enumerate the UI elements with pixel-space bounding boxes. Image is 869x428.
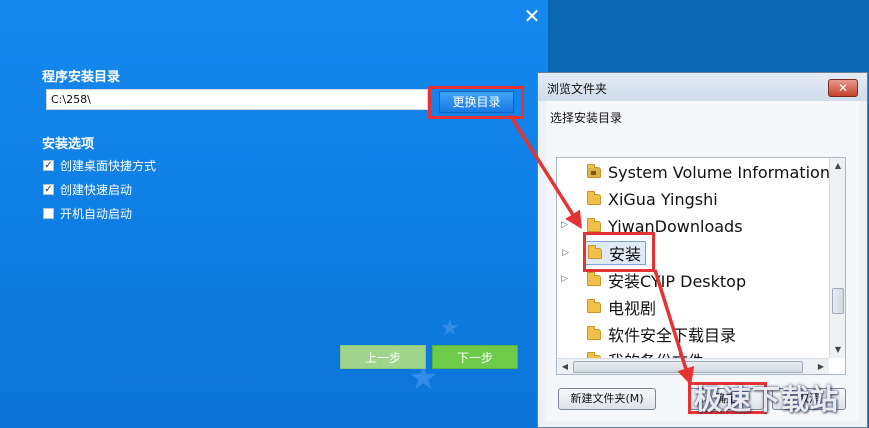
tree-item[interactable]: 软件安全下载目录 (587, 322, 736, 346)
option-auto-start[interactable]: 开机自动启动 (43, 205, 132, 221)
install-dir-input[interactable] (46, 89, 428, 110)
option-label: 开机自动启动 (60, 206, 133, 221)
option-quick-launch[interactable]: ✓ 创建快速启动 (43, 181, 132, 197)
folder-icon (587, 298, 601, 313)
next-step-button[interactable]: 下一步 (432, 345, 518, 369)
change-dir-highlight (428, 86, 524, 119)
tree-item-label: System Volume Information (608, 162, 830, 182)
option-label: 创建快速启动 (60, 182, 133, 197)
installer-window: ✕ ★ ★ 程序安装目录 更换目录 安装选项 ✓ 创建桌面快捷方式 ✓ 创建快速… (0, 0, 548, 428)
tree-item[interactable]: 电视剧 (587, 295, 656, 319)
tree-item[interactable]: System Volume Information (587, 160, 830, 184)
quick-launch-checkbox[interactable]: ✓ (43, 183, 54, 195)
tree-item-label: XiGua Yingshi (608, 189, 718, 209)
vertical-scrollbar[interactable]: ▲ ▼ (829, 158, 845, 358)
scroll-up-icon[interactable]: ▲ (830, 158, 845, 174)
horizontal-scrollbar[interactable]: ◀ ▶ (557, 358, 829, 374)
expand-arrow-icon[interactable]: ▷ (561, 220, 568, 230)
folder-icon (587, 271, 601, 286)
scroll-down-icon[interactable]: ▼ (830, 342, 845, 358)
dialog-description: 选择安装目录 (550, 111, 623, 125)
tree-item-label: 电视剧 (608, 299, 657, 318)
browse-folder-dialog: 浏览文件夹 ✕ 选择安装目录 System Volume Information… (537, 72, 868, 428)
prev-step-button[interactable]: 上一步 (340, 345, 426, 369)
option-label: 创建桌面快捷方式 (60, 158, 157, 173)
star-decoration-icon: ★ (440, 316, 460, 341)
folder-icon (587, 217, 601, 232)
install-options-label: 安装选项 (42, 137, 95, 152)
new-folder-button[interactable]: 新建文件夹(M) (558, 388, 656, 410)
watermark-text: 极速下载站 (694, 383, 840, 416)
scroll-right-icon[interactable]: ▶ (813, 359, 829, 374)
scroll-left-icon[interactable]: ◀ (557, 359, 573, 374)
selected-folder-highlight (583, 232, 655, 272)
dialog-close-icon[interactable]: ✕ (828, 79, 858, 97)
dialog-title: 浏览文件夹 (547, 82, 608, 96)
install-dir-label: 程序安装目录 (42, 70, 121, 85)
dialog-titlebar: 浏览文件夹 ✕ (538, 73, 867, 101)
horizontal-scroll-thumb[interactable] (573, 361, 803, 373)
option-desktop-shortcut[interactable]: ✓ 创建桌面快捷方式 (43, 157, 156, 173)
lock-folder-icon (587, 163, 601, 178)
tree-item-label: 软件安全下载目录 (608, 326, 737, 345)
tree-item[interactable]: XiGua Yingshi (587, 187, 718, 211)
auto-start-checkbox[interactable] (43, 207, 54, 219)
desktop-shortcut-checkbox[interactable]: ✓ (43, 159, 54, 171)
expand-arrow-icon[interactable]: ▷ (561, 274, 568, 284)
folder-icon (587, 190, 601, 205)
expand-arrow-icon[interactable]: ▷ (562, 248, 569, 258)
vertical-scroll-thumb[interactable] (832, 288, 844, 314)
close-icon[interactable]: ✕ (519, 5, 545, 27)
folder-icon (587, 325, 601, 340)
